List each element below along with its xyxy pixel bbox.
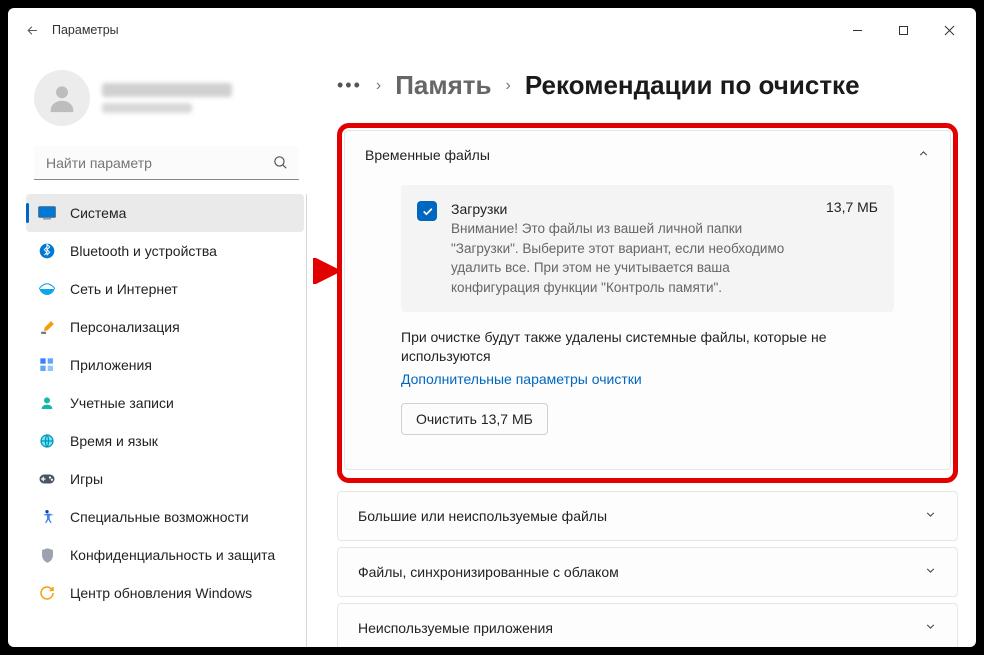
nav-label: Время и язык — [70, 433, 158, 449]
bluetooth-icon — [38, 242, 56, 260]
nav-label: Учетные записи — [70, 395, 174, 411]
panel-large-files: Большие или неиспользуемые файлы — [337, 491, 958, 541]
nav-apps[interactable]: Приложения — [26, 346, 304, 384]
chevron-down-icon — [924, 508, 937, 524]
nav-bluetooth[interactable]: Bluetooth и устройства — [26, 232, 304, 270]
cleanup-info: При очистке будут также удалены системны… — [401, 328, 894, 367]
advanced-link[interactable]: Дополнительные параметры очистки — [401, 371, 894, 387]
brush-icon — [38, 318, 56, 336]
window-title: Параметры — [52, 23, 119, 37]
nav-label: Центр обновления Windows — [70, 585, 252, 601]
breadcrumb-storage[interactable]: Память — [395, 70, 491, 101]
maximize-button[interactable] — [880, 14, 926, 46]
panel-header[interactable]: Неиспользуемые приложения — [338, 604, 957, 647]
titlebar: Параметры — [8, 8, 976, 52]
panel-title: Файлы, синхронизированные с облаком — [358, 564, 619, 580]
update-icon — [38, 584, 56, 602]
breadcrumb-more[interactable]: ••• — [337, 75, 362, 96]
panel-cloud-files: Файлы, синхронизированные с облаком — [337, 547, 958, 597]
nav-update[interactable]: Центр обновления Windows — [26, 574, 304, 612]
sidebar: Система Bluetooth и устройства Сеть и Ин… — [8, 52, 313, 647]
panel-temp-files: Временные файлы Загрузки Внимание! Это ф… — [344, 130, 951, 470]
nav-label: Приложения — [70, 357, 152, 373]
nav-label: Персонализация — [70, 319, 180, 335]
nav-label: Bluetooth и устройства — [70, 243, 217, 259]
nav-privacy[interactable]: Конфиденциальность и защита — [26, 536, 304, 574]
accessibility-icon — [38, 508, 56, 526]
panel-unused-apps: Неиспользуемые приложения — [337, 603, 958, 647]
wifi-icon — [38, 280, 56, 298]
arrow-annotation — [313, 258, 342, 284]
nav-gaming[interactable]: Игры — [26, 460, 304, 498]
nav-personalization[interactable]: Персонализация — [26, 308, 304, 346]
chevron-right-icon: › — [376, 77, 381, 95]
chevron-up-icon — [917, 147, 930, 163]
panel-title: Большие или неиспользуемые файлы — [358, 508, 607, 524]
system-icon — [38, 204, 56, 222]
checkbox-checked[interactable] — [417, 201, 437, 221]
minimize-button[interactable] — [834, 14, 880, 46]
panel-title: Временные файлы — [365, 147, 490, 163]
nav-accessibility[interactable]: Специальные возможности — [26, 498, 304, 536]
highlight-annotation: Временные файлы Загрузки Внимание! Это ф… — [337, 123, 958, 483]
search-input[interactable] — [34, 146, 299, 180]
item-title: Загрузки — [451, 199, 812, 219]
nav-network[interactable]: Сеть и Интернет — [26, 270, 304, 308]
nav-label: Специальные возможности — [70, 509, 249, 525]
globe-icon — [38, 432, 56, 450]
nav-list: Система Bluetooth и устройства Сеть и Ин… — [26, 194, 307, 647]
nav-time[interactable]: Время и язык — [26, 422, 304, 460]
apps-icon — [38, 356, 56, 374]
nav-system[interactable]: Система — [26, 194, 304, 232]
chevron-down-icon — [924, 620, 937, 636]
panel-header[interactable]: Временные файлы — [345, 131, 950, 179]
back-button[interactable] — [12, 10, 52, 50]
nav-label: Игры — [70, 471, 103, 487]
panel-header[interactable]: Большие или неиспользуемые файлы — [338, 492, 957, 540]
main-content: ••• › Память › Рекомендации по очистке В… — [313, 52, 976, 647]
clean-button[interactable]: Очистить 13,7 МБ — [401, 403, 548, 435]
item-desc: Внимание! Это файлы из вашей личной папк… — [451, 221, 784, 295]
nav-label: Конфиденциальность и защита — [70, 547, 275, 563]
person-icon — [38, 394, 56, 412]
chevron-right-icon: › — [506, 77, 511, 95]
shield-icon — [38, 546, 56, 564]
breadcrumb: ••• › Память › Рекомендации по очистке — [337, 70, 958, 101]
search-icon — [272, 154, 289, 176]
nav-label: Сеть и Интернет — [70, 281, 178, 297]
search-box[interactable] — [34, 146, 299, 180]
panel-header[interactable]: Файлы, синхронизированные с облаком — [338, 548, 957, 596]
profile[interactable] — [26, 52, 307, 142]
game-icon — [38, 470, 56, 488]
avatar — [34, 70, 90, 126]
downloads-item[interactable]: Загрузки Внимание! Это файлы из вашей ли… — [401, 185, 894, 312]
nav-label: Система — [70, 205, 126, 221]
nav-accounts[interactable]: Учетные записи — [26, 384, 304, 422]
panel-title: Неиспользуемые приложения — [358, 620, 553, 636]
item-size: 13,7 МБ — [826, 199, 878, 298]
close-button[interactable] — [926, 14, 972, 46]
page-title: Рекомендации по очистке — [525, 70, 860, 101]
chevron-down-icon — [924, 564, 937, 580]
